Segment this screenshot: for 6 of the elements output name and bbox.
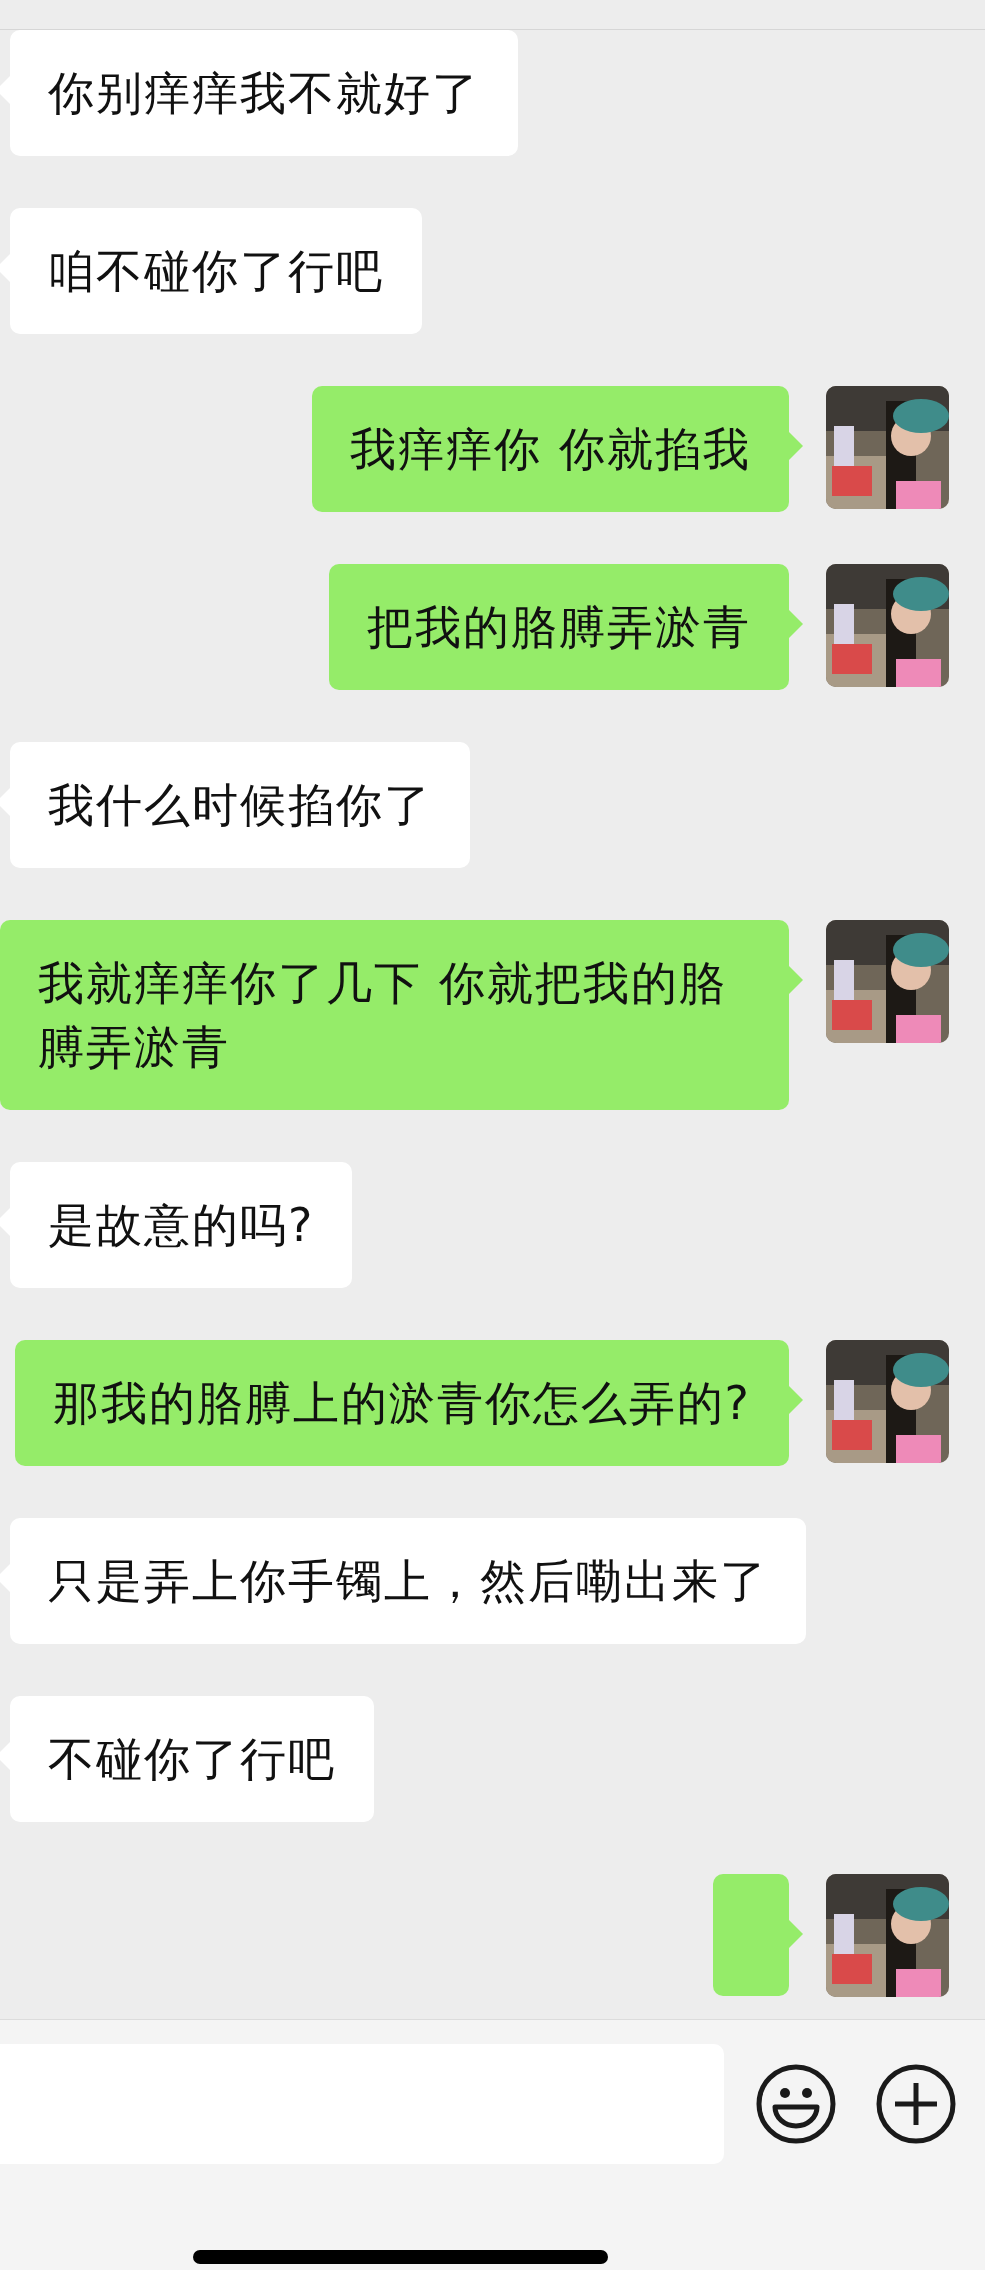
bubble-tail <box>789 432 803 460</box>
add-icon[interactable] <box>875 2063 957 2145</box>
bubble-tail <box>789 1386 803 1414</box>
bubble-tail <box>789 966 803 994</box>
emoji-icon[interactable] <box>755 2063 837 2145</box>
bubble-tail <box>789 610 803 638</box>
